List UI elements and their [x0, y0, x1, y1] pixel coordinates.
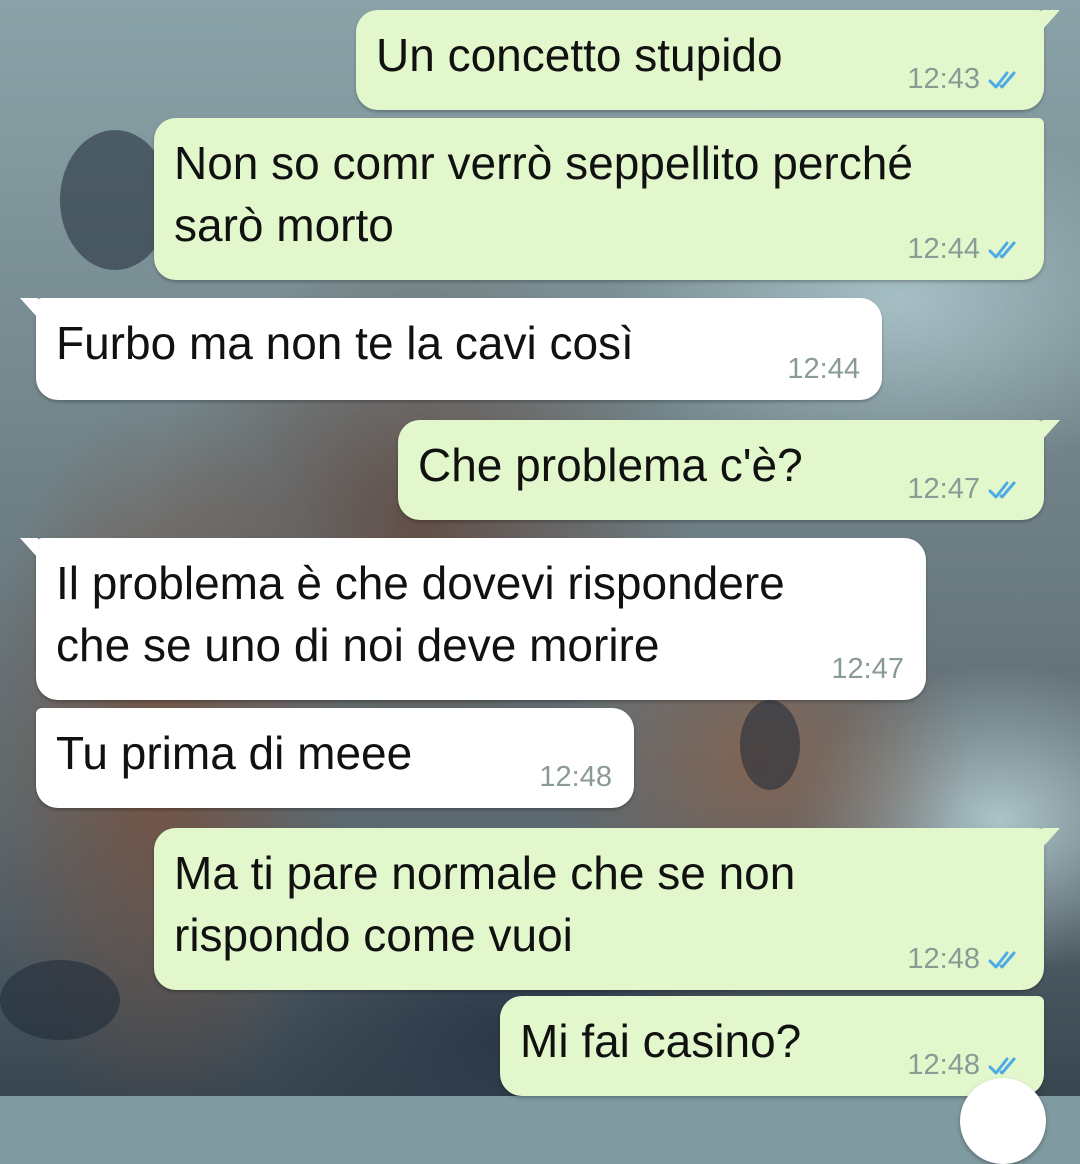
- message-meta: 12:47: [907, 473, 1022, 506]
- message-time: 12:44: [907, 233, 980, 265]
- bubble-tail: [20, 538, 38, 558]
- message-text: Che problema c'è?: [418, 439, 803, 491]
- message-text: Mi fai casino?: [520, 1015, 802, 1067]
- message-bubble-outgoing[interactable]: Che problema c'è? 12:47: [398, 420, 1060, 520]
- message-time: 12:43: [907, 63, 980, 95]
- double-check-read-icon: [988, 481, 1016, 498]
- message-time: 12:48: [539, 761, 612, 793]
- message-meta: 12:48: [907, 943, 1022, 976]
- bubble-tail: [1042, 420, 1060, 440]
- bubble-tail: [1042, 10, 1060, 30]
- message-bubble-incoming[interactable]: Il problema è che dovevi rispondere che …: [20, 538, 926, 700]
- message-text: Un concetto stupido: [376, 29, 783, 81]
- message-bubble-outgoing[interactable]: Ma ti pare normale che se non rispondo c…: [154, 828, 1060, 990]
- double-check-read-icon: [988, 1057, 1016, 1074]
- scroll-to-bottom-button[interactable]: [960, 1078, 1046, 1164]
- message-bubble-outgoing[interactable]: Un concetto stupido 12:43: [356, 10, 1060, 110]
- double-check-read-icon: [988, 71, 1016, 88]
- message-meta: 12:47: [831, 653, 904, 686]
- bubble-tail: [20, 298, 38, 318]
- message-time: 12:48: [907, 1049, 980, 1081]
- double-check-read-icon: [988, 241, 1016, 258]
- message-bubble-outgoing[interactable]: Mi fai casino? 12:48: [500, 996, 1044, 1096]
- message-time: 12:47: [907, 473, 980, 505]
- double-check-read-icon: [988, 951, 1016, 968]
- message-bubble-incoming[interactable]: Furbo ma non te la cavi così 12:44: [20, 298, 882, 400]
- message-bubble-incoming[interactable]: Tu prima di meee 12:48: [36, 708, 634, 808]
- message-meta: 12:44: [907, 233, 1022, 266]
- message-meta: 12:48: [539, 761, 612, 794]
- wallpaper-tattoo-detail: [740, 700, 800, 790]
- message-text: Non so comr verrò seppellito perché sarò…: [174, 137, 913, 251]
- message-meta: 12:43: [907, 63, 1022, 96]
- message-meta: 12:44: [787, 353, 860, 386]
- message-text: Ma ti pare normale che se non rispondo c…: [174, 847, 796, 961]
- message-text: Furbo ma non te la cavi così: [56, 317, 634, 369]
- message-time: 12:47: [831, 653, 904, 685]
- message-text: Il problema è che dovevi rispondere che …: [56, 557, 785, 671]
- message-text: Tu prima di meee: [56, 727, 413, 779]
- bubble-tail: [1042, 828, 1060, 848]
- message-bubble-outgoing[interactable]: Non so comr verrò seppellito perché sarò…: [154, 118, 1044, 280]
- wallpaper-tattoo-detail: [0, 960, 120, 1040]
- message-time: 12:44: [787, 353, 860, 385]
- message-time: 12:48: [907, 943, 980, 975]
